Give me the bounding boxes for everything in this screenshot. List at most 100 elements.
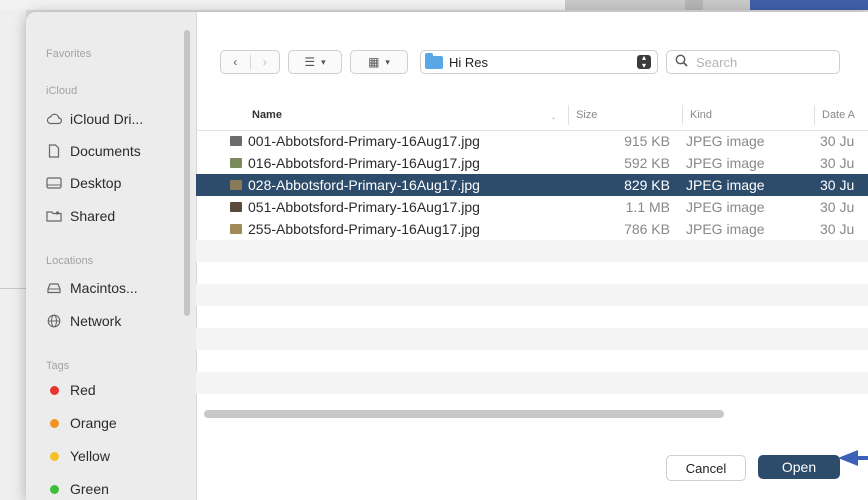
file-name: 051-Abbotsford-Primary-16Aug17.jpg [248, 199, 480, 215]
empty-row [196, 240, 868, 262]
file-row-selected[interactable]: 028-Abbotsford-Primary-16Aug17.jpg 829 K… [196, 174, 868, 196]
orange-tag-dot-icon [50, 418, 59, 428]
file-name: 016-Abbotsford-Primary-16Aug17.jpg [248, 155, 480, 171]
group-by-button[interactable]: ▦ ▾ [350, 50, 408, 74]
shared-folder-icon [46, 209, 62, 223]
sidebar-item-network[interactable]: Network [46, 310, 186, 332]
file-kind: JPEG image [686, 133, 765, 149]
empty-row [196, 372, 868, 394]
file-name: 001-Abbotsford-Primary-16Aug17.jpg [248, 133, 480, 149]
back-button[interactable]: ‹ [221, 55, 250, 69]
green-tag-dot-icon [50, 484, 59, 494]
sidebar-tag-yellow[interactable]: Yellow [46, 445, 186, 467]
network-icon [46, 314, 62, 328]
sidebar-item-label: Documents [70, 143, 141, 159]
folder-icon [425, 52, 443, 69]
list-header: Name ‸ Size Kind Date A [196, 100, 868, 131]
dialog-footer: Cancel Open [196, 432, 868, 500]
sidebar-tag-red[interactable]: Red [46, 379, 186, 401]
cancel-button[interactable]: Cancel [666, 455, 746, 481]
sidebar-item-label: Yellow [70, 448, 110, 464]
file-size: 915 KB [624, 133, 670, 149]
chevron-down-icon: ▾ [385, 56, 390, 67]
column-kind[interactable]: Kind [690, 109, 712, 121]
search-input[interactable] [694, 53, 818, 71]
red-tag-dot-icon [50, 385, 59, 395]
image-thumbnail-icon [230, 180, 242, 190]
image-thumbnail-icon [230, 202, 242, 212]
sidebar-section-tags: Tags [46, 360, 70, 372]
empty-row [196, 350, 868, 372]
file-rows: 001-Abbotsford-Primary-16Aug17.jpg 915 K… [196, 130, 868, 394]
cloud-icon [46, 112, 62, 126]
column-date-added[interactable]: Date A [822, 109, 855, 121]
location-popup[interactable]: Hi Res ▴ ▾ [420, 50, 658, 74]
background-accent [750, 0, 868, 10]
empty-row [196, 284, 868, 306]
background-window-left [0, 10, 26, 500]
sort-chevron-icon: ‸ [552, 109, 556, 119]
empty-rows [196, 240, 868, 394]
view-mode-button[interactable]: ☰ ▾ [288, 50, 342, 74]
sidebar-item-label: Green [70, 481, 109, 497]
sidebar-item-label: Macintos... [70, 280, 138, 296]
empty-row [196, 306, 868, 328]
file-kind: JPEG image [686, 155, 765, 171]
file-size: 1.1 MB [625, 199, 670, 215]
horizontal-scrollbar[interactable] [204, 410, 724, 418]
search-icon [675, 54, 688, 70]
sidebar-item-label: Desktop [70, 175, 122, 191]
image-thumbnail-icon [230, 136, 242, 146]
file-list: Name ‸ Size Kind Date A 001-Abbotsford-P… [196, 100, 868, 408]
column-name[interactable]: Name [252, 109, 282, 121]
background-strip [685, 0, 703, 10]
background-divider [0, 288, 26, 289]
file-row[interactable]: 016-Abbotsford-Primary-16Aug17.jpg 592 K… [196, 152, 868, 174]
pointer-arrow-shaft [856, 456, 868, 460]
sidebar-item-label: Red [70, 382, 96, 398]
sidebar-item-documents[interactable]: Documents [46, 140, 186, 162]
sidebar-item-label: Orange [70, 415, 117, 431]
file-date: 30 Ju [820, 133, 855, 149]
file-kind: JPEG image [686, 177, 765, 193]
yellow-tag-dot-icon [50, 451, 59, 461]
column-separator [682, 105, 683, 125]
open-button[interactable]: Open [758, 455, 840, 479]
column-size[interactable]: Size [576, 109, 597, 121]
sidebar-item-desktop[interactable]: Desktop [46, 172, 186, 194]
sidebar-item-label: Network [70, 313, 122, 329]
file-kind: JPEG image [686, 221, 765, 237]
file-date: 30 Ju [820, 155, 855, 171]
disk-icon [46, 281, 62, 295]
sidebar-tag-green[interactable]: Green [46, 478, 186, 500]
sidebar-item-shared[interactable]: Shared [46, 205, 186, 227]
file-name: 255-Abbotsford-Primary-16Aug17.jpg [248, 221, 480, 237]
desktop-icon [46, 176, 62, 190]
sidebar-section-favorites: Favorites [46, 48, 92, 60]
file-date: 30 Ju [820, 221, 855, 237]
sidebar-section-locations: Locations [46, 255, 94, 267]
location-label: Hi Res [449, 54, 489, 70]
file-row[interactable]: 051-Abbotsford-Primary-16Aug17.jpg 1.1 M… [196, 196, 868, 218]
up-down-chevron-icon: ▴ ▾ [637, 54, 651, 70]
sidebar-tag-orange[interactable]: Orange [46, 412, 186, 434]
file-row[interactable]: 255-Abbotsford-Primary-16Aug17.jpg 786 K… [196, 218, 868, 240]
file-kind: JPEG image [686, 199, 765, 215]
forward-button[interactable]: › [249, 55, 280, 69]
sidebar-item-icloud-drive[interactable]: iCloud Dri... [46, 108, 186, 130]
file-row[interactable]: 001-Abbotsford-Primary-16Aug17.jpg 915 K… [196, 130, 868, 152]
file-date: 30 Ju [820, 199, 855, 215]
file-size: 592 KB [624, 155, 670, 171]
file-date: 30 Ju [820, 177, 855, 193]
column-separator [568, 105, 569, 125]
file-name: 028-Abbotsford-Primary-16Aug17.jpg [248, 177, 480, 193]
empty-row [196, 328, 868, 350]
column-separator [814, 105, 815, 125]
sidebar: Favorites iCloud iCloud Dri... Documents… [26, 12, 197, 500]
empty-row [196, 262, 868, 284]
document-icon [46, 144, 62, 158]
chevron-down-icon: ▾ [321, 56, 326, 67]
list-view-icon: ☰ [304, 55, 316, 69]
search-field[interactable] [666, 50, 840, 74]
sidebar-item-macintosh-hd[interactable]: Macintos... [46, 277, 186, 299]
